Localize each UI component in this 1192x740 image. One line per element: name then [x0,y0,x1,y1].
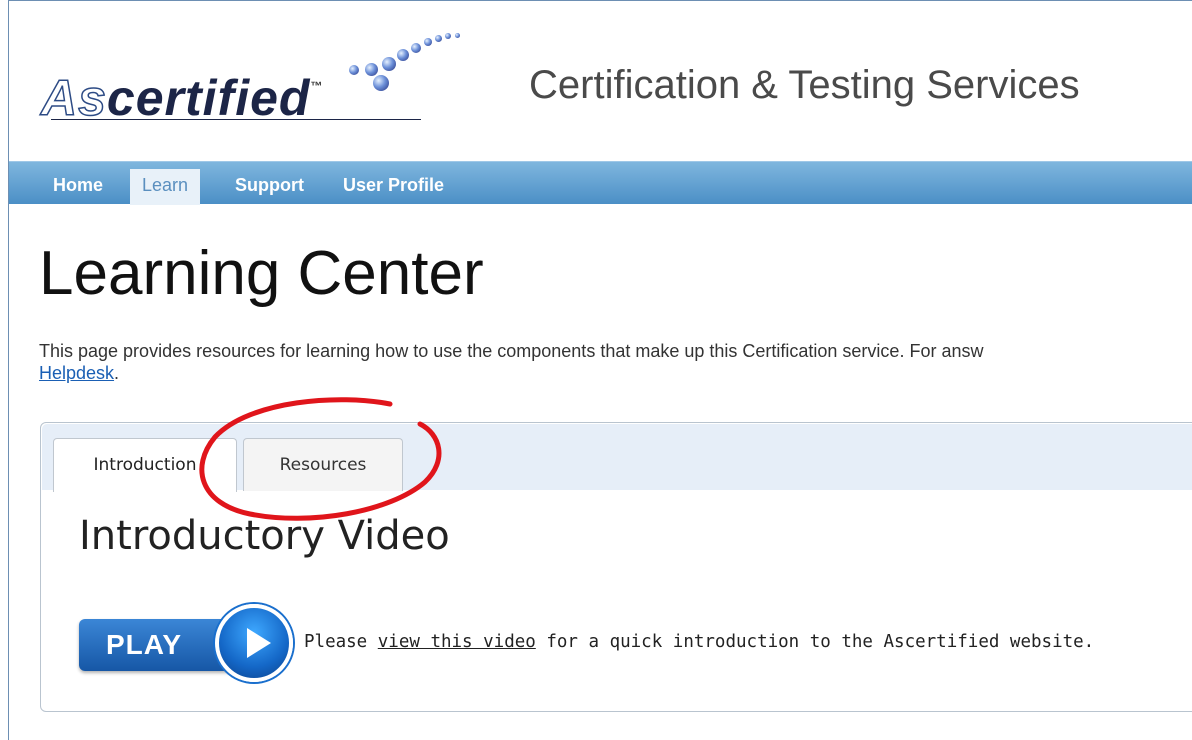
video-text-before: Please [304,632,378,652]
logo-dot [445,33,451,39]
page-title: Learning Center [39,239,484,308]
nav-item-home[interactable]: Home [41,169,115,205]
page-description: This page provides resources for learnin… [39,340,1192,384]
helpdesk-link[interactable]: Helpdesk [39,363,114,383]
view-video-link[interactable]: view this video [378,632,536,652]
tab-resources[interactable]: Resources [243,438,403,491]
play-triangle-icon [247,628,271,658]
logo-prefix: As [40,69,107,127]
play-label: PLAY [106,629,183,660]
logo-dot [397,49,409,61]
nav-item-support[interactable]: Support [223,169,316,205]
description-text: This page provides resources for learnin… [39,341,984,361]
page-frame: Ascertified™ Certification & Testing Ser… [8,0,1192,740]
logo-trademark: ™ [310,79,324,93]
logo-suffix: certified [106,70,311,126]
play-button[interactable]: PLAY [79,602,295,684]
logo-underline [51,119,421,120]
play-circle-icon [215,604,293,682]
logo-dot [373,75,389,91]
main-nav: Home Learn Support User Profile [9,161,1192,205]
logo-dot [455,33,460,38]
nav-item-user-profile[interactable]: User Profile [331,169,456,205]
logo-dot [382,57,396,71]
logo-dot [365,63,378,76]
nav-item-learn[interactable]: Learn [130,169,201,205]
logo-dot [411,43,421,53]
tabs-bar: Introduction Resources [42,424,1192,492]
site-title: Certification & Testing Services [529,63,1080,107]
tab-introduction[interactable]: Introduction [53,438,237,492]
logo-dot [424,38,432,46]
logo-dot [349,65,359,75]
video-text-after: for a quick introduction to the Ascertif… [535,632,1095,652]
ascertified-logo[interactable]: Ascertified™ [39,31,469,131]
tabs-panel: Introduction Resources Introductory Vide… [40,422,1192,712]
site-header: Ascertified™ Certification & Testing Ser… [9,1,1192,161]
section-title: Introductory Video [79,513,450,559]
helpdesk-suffix: . [114,363,120,383]
logo-dot [435,35,442,42]
video-description: Please view this video for a quick intro… [304,632,1094,652]
